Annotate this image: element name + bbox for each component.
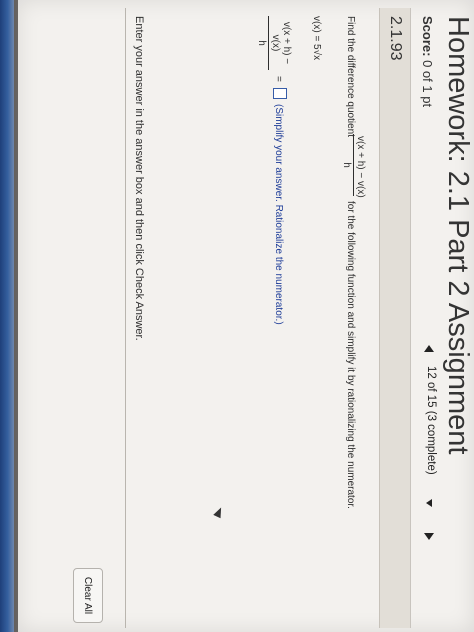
rotated-homework-panel: Homework: 2.1 Part 2 Assignment Score: 0… — [32, 8, 474, 628]
triangle-left-icon[interactable] — [424, 345, 434, 352]
question-navigation: 12 of 15 (3 complete) — [421, 345, 437, 575]
question-progress-selector[interactable]: 12 of 15 (3 complete) — [425, 366, 437, 475]
score-line: Score: 0 of 1 pt — [420, 16, 435, 107]
triangle-right-icon[interactable] — [424, 533, 434, 540]
clear-all-button[interactable]: Clear All — [73, 568, 103, 623]
assignment-title: Homework: 2.1 Part 2 Assignment — [442, 16, 474, 455]
answer-fraction-numerator: v(x + h) − v(x) — [268, 16, 292, 70]
score-label: Score: — [420, 16, 435, 57]
answer-input[interactable] — [273, 88, 287, 99]
question-number-bar: 2.1.93 — [379, 8, 410, 628]
header-divider — [410, 8, 411, 628]
prompt-suffix: for the following function and simplify … — [345, 201, 356, 509]
browser-frame-edge — [0, 0, 14, 632]
answer-fraction-denominator: h — [256, 40, 267, 46]
equals-sign: = — [273, 76, 284, 82]
answer-hint: (Simplify your answer. Rationalize the n… — [273, 104, 284, 325]
answer-row: v(x + h) − v(x) h = (Simplify your answe… — [256, 16, 292, 616]
difference-quotient-numerator: v(x + h) − v(x) — [353, 134, 366, 198]
photographed-screen: Homework: 2.1 Part 2 Assignment Score: 0… — [0, 0, 474, 632]
difference-quotient-denominator: h — [341, 162, 352, 168]
assignment-header: Homework: 2.1 Part 2 Assignment Score: 0… — [412, 8, 474, 628]
answer-difference-quotient: v(x + h) − v(x) h — [256, 16, 292, 70]
question-number: 2.1.93 — [387, 16, 404, 61]
question-prompt: Find the difference quotient v(x + h) − … — [340, 16, 370, 616]
difference-quotient-fraction: v(x + h) − v(x) h — [341, 134, 366, 198]
prompt-prefix: Find the difference quotient — [345, 16, 356, 138]
mouse-pointer-icon — [213, 505, 225, 519]
homework-page: Homework: 2.1 Part 2 Assignment Score: 0… — [18, 0, 474, 632]
chevron-down-icon[interactable] — [426, 499, 432, 507]
function-definition: v(x) = 5√x — [311, 16, 322, 61]
answer-instruction: Enter your answer in the answer box and … — [133, 16, 145, 341]
score-value: 0 of 1 pt — [420, 60, 435, 108]
footer-divider — [125, 8, 126, 628]
